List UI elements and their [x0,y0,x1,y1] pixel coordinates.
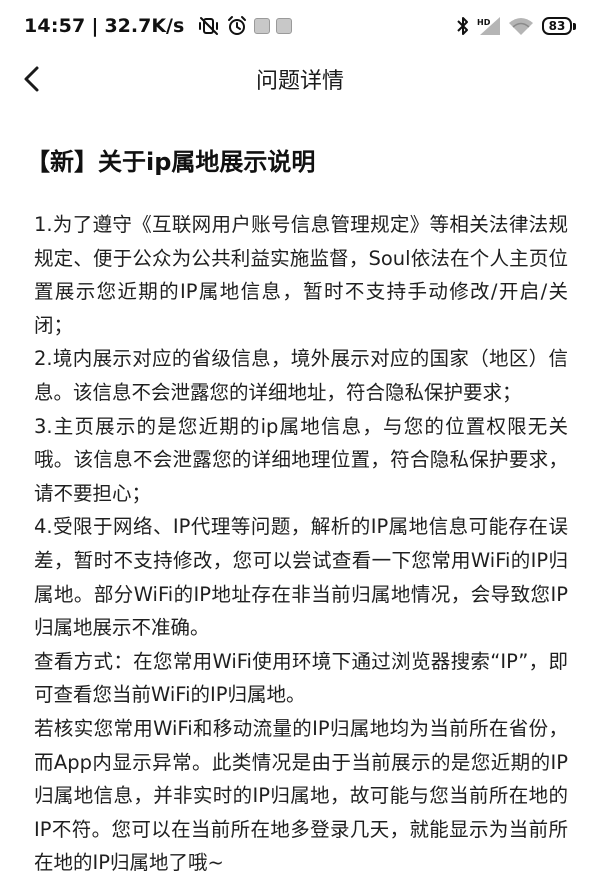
chevron-left-icon [24,66,39,92]
app-notification-icon [254,18,271,34]
back-button[interactable] [14,61,50,97]
wifi-icon [508,16,534,36]
battery-level: 83 [542,17,572,35]
status-right: HD 83 [450,15,576,37]
signal-hd-icon: HD [476,15,502,37]
paragraph-1: 1.为了遵守《互联网用户账号信息管理规定》等相关法律法规规定、便于公众为公共利益… [34,213,568,337]
status-separator: | [91,15,99,37]
status-time: 14:57 [24,15,86,37]
page-title: 问题详情 [255,69,344,94]
bluetooth-icon [456,15,470,37]
paragraph-verify: 若核实您常用WiFi和移动流量的IP归属地均为当前所在省份，而App内显示异常。… [34,716,568,875]
vibrate-off-icon [198,16,220,36]
article-content: 【新】关于ip属地展示说明 1.为了遵守《互联网用户账号信息管理规定》等相关法律… [0,106,600,880]
hd-label: HD [477,18,491,27]
paragraph-check-method: 查看方式：在您常用WiFi使用环境下通过浏览器搜索“IP”，即可查看您当前WiF… [34,649,568,707]
nav-bar: 问题详情 [0,52,600,106]
battery-icon: 83 [542,17,576,35]
app-notification-icon [276,18,293,34]
paragraph-2: 2.境内展示对应的省级信息，境外展示对应的国家（地区）信息。该信息不会泄露您的详… [34,347,568,404]
paragraph-3: 3.主页展示的是您近期的ip属地信息，与您的位置权限无关哦。该信息不会泄露您的详… [34,414,568,505]
network-speed: 32.7K/s [104,15,185,37]
status-bar: 14:57 | 32.7K/s HD 83 [0,0,600,52]
alarm-icon [226,15,248,37]
article-title: 【新】关于ip属地展示说明 [26,148,316,176]
article-body: 1.为了遵守《互联网用户账号信息管理规定》等相关法律法规规定、便于公众为公共利益… [34,208,568,880]
status-left: 14:57 | 32.7K/s [24,15,293,37]
paragraph-4: 4.受限于网络、IP代理等问题，解析的IP属地信息可能存在误差，暂时不支持修改，… [34,515,568,640]
